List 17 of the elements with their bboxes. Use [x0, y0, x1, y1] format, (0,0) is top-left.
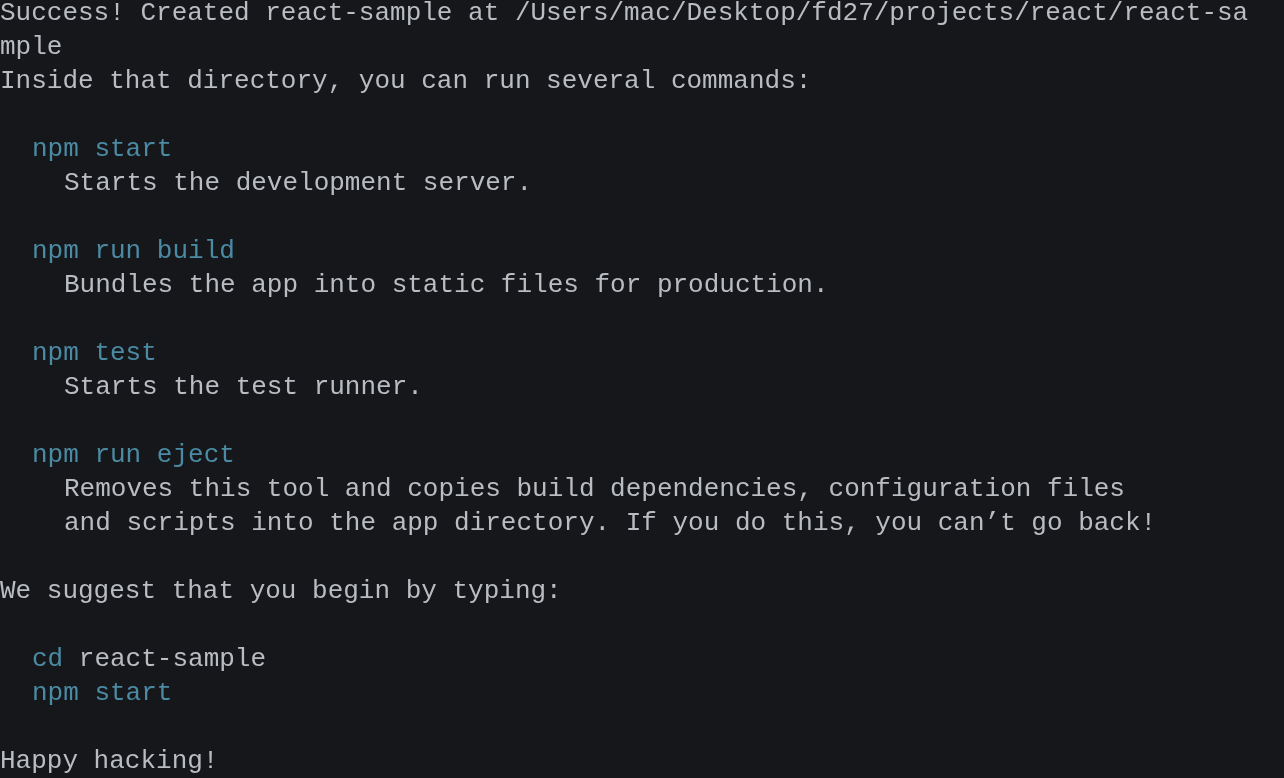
command-description: Starts the development server.	[64, 167, 533, 200]
command-text: npm start	[32, 133, 173, 166]
output-line: Inside that directory, you can run several commands:	[0, 65, 812, 98]
command-text: npm run build	[32, 235, 235, 268]
command-argument: react-sample	[78, 643, 267, 676]
output-line: mple	[0, 31, 63, 64]
output-line: We suggest that you begin by typing:	[0, 575, 562, 608]
command-description: and scripts into the app directory. If you do this, you can’t go back!	[64, 507, 1157, 540]
output-line: Success! Created react-sample at /Users/mac/Desktop/fd27/projects/react/react-sa	[0, 0, 1249, 30]
output-line: Happy hacking!	[0, 745, 219, 778]
command-description: Bundles the app into static files for production.	[64, 269, 829, 302]
command-description: Starts the test runner.	[64, 371, 423, 404]
command-text: cd	[32, 643, 64, 676]
command-text: npm start	[32, 677, 173, 710]
command-description: Removes this tool and copies build dependencies, configuration files	[64, 473, 1125, 506]
command-text: npm test	[32, 337, 157, 370]
command-text: npm run eject	[32, 439, 235, 472]
